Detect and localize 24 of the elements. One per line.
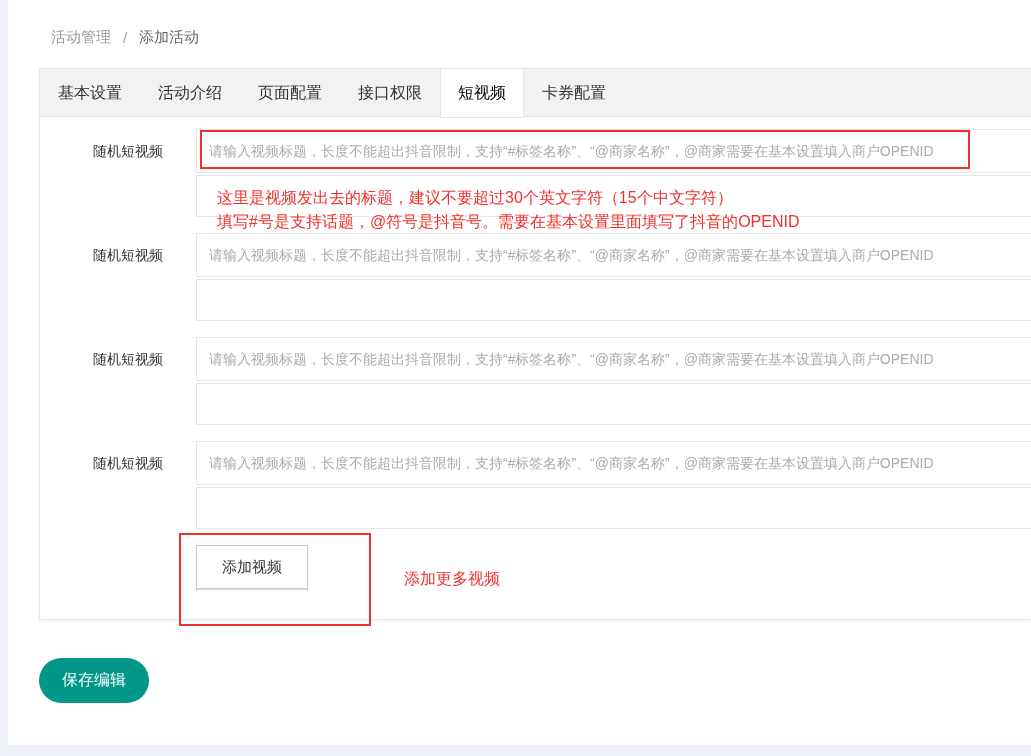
add-video-button[interactable]: 添加视频 [196,545,308,589]
input-field[interactable] [196,383,1031,425]
title-input[interactable]: 请输入视频标题，长度不能超出抖音限制，支持“#标签名称”、“@商家名称”，@商家需要在基本设置填入商户OPENID [196,233,1031,277]
breadcrumb-separator: / [123,28,128,46]
tab[interactable]: 短视频 [440,69,524,118]
breadcrumb-item: 添加活动 [139,27,200,47]
tab[interactable]: 接口权限 [340,69,440,117]
tab[interactable]: 卡券配置 [524,69,624,117]
tab[interactable]: 活动介绍 [140,69,240,117]
title-input[interactable]: 请输入视频标题，长度不能超出抖音限制，支持“#标签名称”、“@商家名称”，@商家需要在基本设置填入商户OPENID [196,441,1031,485]
annotation-text: 添加更多视频 [404,569,500,589]
tab[interactable]: 基本设置 [40,69,140,117]
field-label: 随机短视频 [92,350,164,369]
save-button[interactable]: 保存编辑 [39,658,149,703]
input-field[interactable] [196,487,1031,529]
input-field[interactable] [196,279,1031,321]
title-input[interactable]: 请输入视频标题，长度不能超出抖音限制，支持“#标签名称”、“@商家名称”，@商家需要在基本设置填入商户OPENID [196,129,1031,173]
tab[interactable]: 页面配置 [240,69,340,117]
field-label: 随机短视频 [92,246,164,265]
annotation-text: 填写#号是支持话题，@符号是抖音号。需要在基本设置里面填写了抖音的OPENID [217,212,800,232]
field-label: 随机短视频 [92,142,164,161]
annotation-text: 这里是视频发出去的标题，建议不要超过30个英文字符（15个中文字符） [217,188,733,208]
title-input[interactable]: 请输入视频标题，长度不能超出抖音限制，支持“#标签名称”、“@商家名称”，@商家需要在基本设置填入商户OPENID [196,337,1031,381]
field-label: 随机短视频 [92,454,164,473]
